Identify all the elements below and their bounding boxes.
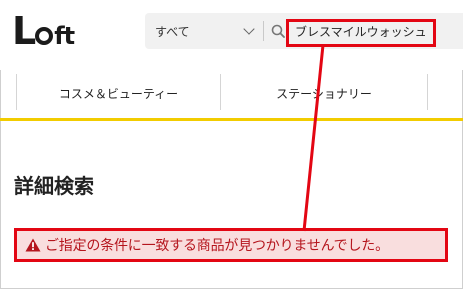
annotation-connector-line bbox=[302, 44, 325, 232]
